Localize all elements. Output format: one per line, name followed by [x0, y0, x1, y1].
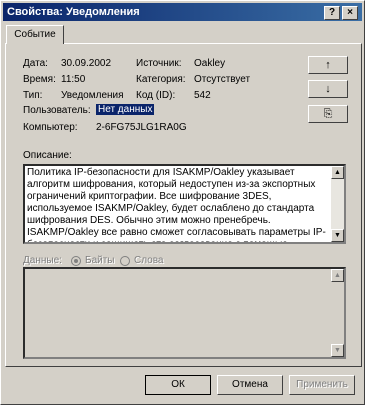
time-value: 11:50: [61, 74, 86, 85]
data-scrollbar[interactable]: ▲ ▼: [331, 269, 344, 357]
ok-button[interactable]: ОК: [145, 375, 211, 395]
title-bar: Свойства: Уведомления ? ×: [3, 3, 362, 21]
code-label: Код (ID):: [136, 90, 176, 101]
code-value: 542: [194, 90, 211, 101]
data-label: Данные:: [23, 255, 62, 266]
previous-event-button[interactable]: ↑: [308, 56, 348, 74]
time-label: Время:: [23, 74, 56, 85]
help-button[interactable]: ?: [324, 6, 340, 20]
data-scroll-down-arrow-icon[interactable]: ▼: [331, 344, 344, 357]
words-radio-label: Слова: [134, 255, 164, 266]
data-scroll-up-arrow-icon[interactable]: ▲: [331, 269, 344, 282]
arrow-down-icon: ↓: [325, 83, 331, 95]
type-value: Уведомления: [61, 90, 124, 101]
description-scrollbar[interactable]: ▲ ▼: [331, 166, 344, 242]
date-value: 30.09.2002: [61, 58, 112, 69]
computer-label: Компьютер:: [23, 122, 78, 133]
user-value[interactable]: Нет данных: [96, 104, 155, 115]
data-textbox[interactable]: ▲ ▼: [23, 267, 346, 359]
source-value: Oakley: [194, 58, 226, 69]
next-event-button[interactable]: ↓: [308, 80, 348, 98]
bytes-radio[interactable]: [71, 256, 81, 266]
close-button[interactable]: ×: [342, 6, 358, 20]
category-value: Отсутствует: [194, 74, 251, 85]
words-radio[interactable]: [120, 256, 130, 266]
copy-button[interactable]: ⎘: [308, 105, 348, 123]
scroll-down-arrow-icon[interactable]: ▼: [331, 229, 344, 242]
user-label: Пользователь:: [23, 105, 91, 116]
apply-button[interactable]: Применить: [289, 375, 355, 395]
properties-dialog: Свойства: Уведомления ? × Событие Дата: …: [0, 0, 365, 405]
tab-event[interactable]: Событие: [6, 25, 64, 44]
description-textbox[interactable]: Политика IP-безопасности для ISAKMP/Oakl…: [23, 164, 346, 244]
source-label: Источник:: [136, 58, 182, 69]
description-text: Политика IP-безопасности для ISAKMP/Oakl…: [27, 167, 326, 242]
cancel-button[interactable]: Отмена: [217, 375, 283, 395]
computer-value: 2-6FG75JLG1RA0G: [96, 122, 187, 133]
date-label: Дата:: [23, 58, 48, 69]
type-label: Тип:: [23, 90, 43, 101]
bytes-radio-label: Байты: [85, 255, 115, 266]
window-title: Свойства: Уведомления: [7, 6, 140, 18]
category-label: Категория:: [136, 74, 186, 85]
description-label: Описание:: [23, 150, 72, 161]
arrow-up-icon: ↑: [325, 59, 331, 71]
scroll-up-arrow-icon[interactable]: ▲: [331, 166, 344, 179]
copy-icon: ⎘: [323, 108, 333, 120]
